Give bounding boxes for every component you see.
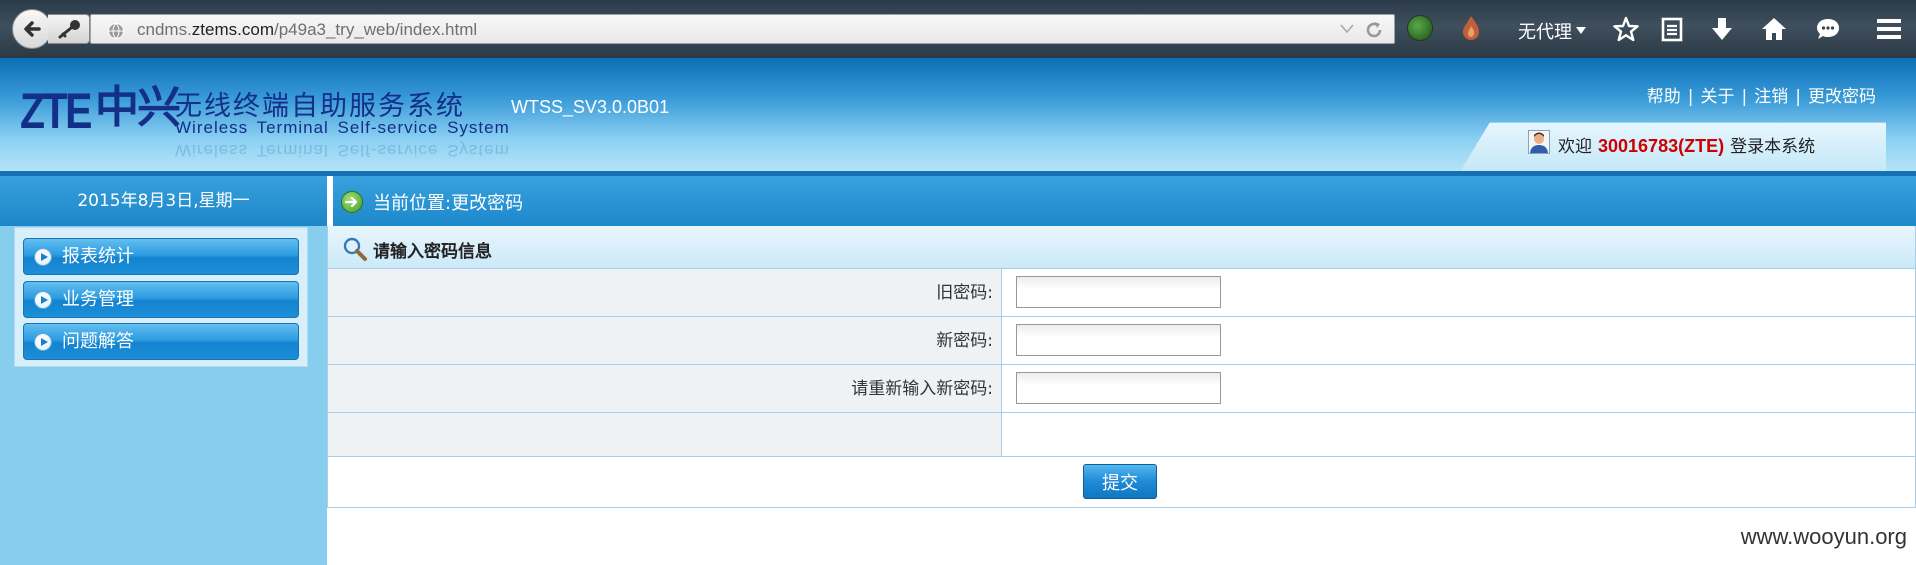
dropdown-arrow-icon[interactable] bbox=[1340, 24, 1354, 34]
user-avatar-icon bbox=[1528, 130, 1550, 154]
url-text: cndms.ztems.com/p49a3_try_web/index.html bbox=[137, 20, 478, 39]
new-password-label: 新密码: bbox=[328, 317, 1002, 364]
extension-flame-icon[interactable] bbox=[1460, 14, 1482, 42]
proxy-label: 无代理 bbox=[1518, 22, 1572, 43]
date-display: 2015年8月3日,星期一 bbox=[0, 176, 327, 226]
clipboard-icon bbox=[1661, 17, 1683, 42]
back-arrow-icon bbox=[24, 21, 41, 37]
extension-shield-icon[interactable] bbox=[1407, 15, 1433, 41]
browser-toolbar: cndms.ztems.com/p49a3_try_web/index.html… bbox=[0, 0, 1916, 58]
system-title-en: Wireless Terminal Self-service System bbox=[175, 118, 510, 137]
link-separator: | bbox=[1741, 87, 1748, 107]
password-form: 请输入密码信息 旧密码: 新密码: 请重新输入新密码: 提交 bbox=[327, 226, 1916, 508]
breadcrumb: 当前位置:更改密码 bbox=[327, 176, 1916, 226]
confirm-password-field[interactable] bbox=[1016, 372, 1221, 404]
change-password-link[interactable]: 更改密码 bbox=[1808, 87, 1876, 107]
chat-bubble-icon bbox=[1817, 19, 1839, 39]
proxy-menu[interactable]: 无代理 bbox=[1518, 18, 1586, 44]
back-button[interactable] bbox=[12, 9, 52, 49]
help-link[interactable]: 帮助 bbox=[1647, 87, 1681, 107]
sidebar-item-reports[interactable]: 报表统计 bbox=[23, 238, 299, 275]
submit-button[interactable]: 提交 bbox=[1083, 464, 1157, 499]
star-icon bbox=[1613, 16, 1639, 42]
form-row-empty bbox=[328, 413, 1915, 457]
hamburger-menu-icon bbox=[1877, 19, 1901, 39]
form-row-new-password: 新密码: bbox=[328, 317, 1915, 365]
arrow-circle-icon bbox=[34, 333, 52, 351]
system-title-reflection: Wireless Terminal Self-service System bbox=[175, 141, 510, 160]
reload-icon[interactable] bbox=[1364, 20, 1384, 40]
sidebar-item-label: 业务管理 bbox=[62, 289, 134, 310]
sidebar-item-label: 问题解答 bbox=[62, 331, 134, 352]
bookmarks-list-button[interactable] bbox=[1657, 14, 1687, 44]
chat-button[interactable] bbox=[1813, 14, 1843, 44]
link-separator: | bbox=[1795, 87, 1801, 107]
arrow-circle-icon bbox=[34, 291, 52, 309]
downloads-button[interactable] bbox=[1707, 14, 1737, 44]
sidebar-item-label: 报表统计 bbox=[62, 246, 134, 267]
logout-link[interactable]: 注销 bbox=[1754, 87, 1788, 107]
welcome-message: 欢迎 30016783(ZTE) 登录本系统 bbox=[1558, 132, 1815, 157]
app-header: ZTE 中兴 无线终端自助服务系统 Wireless Terminal Self… bbox=[0, 58, 1916, 175]
zte-logo: ZTE bbox=[20, 83, 93, 139]
old-password-field[interactable] bbox=[1016, 276, 1221, 308]
arrow-circle-icon bbox=[34, 248, 52, 266]
link-separator: | bbox=[1687, 87, 1694, 107]
breadcrumb-text: 当前位置:更改密码 bbox=[373, 193, 524, 214]
sidebar-item-faq[interactable]: 问题解答 bbox=[23, 323, 299, 360]
arrow-right-icon bbox=[341, 191, 363, 213]
watermark: www.wooyun.org bbox=[1740, 524, 1907, 549]
sidebar-item-business[interactable]: 业务管理 bbox=[23, 281, 299, 318]
welcome-username: 30016783(ZTE) bbox=[1598, 136, 1725, 156]
form-title: 请输入密码信息 bbox=[373, 242, 492, 262]
form-header: 请输入密码信息 bbox=[328, 226, 1915, 269]
identity-button[interactable] bbox=[48, 14, 90, 44]
new-password-field[interactable] bbox=[1016, 324, 1221, 356]
form-row-confirm-password: 请重新输入新密码: bbox=[328, 365, 1915, 413]
home-icon bbox=[1762, 18, 1786, 40]
menu-button[interactable] bbox=[1873, 14, 1905, 44]
about-link[interactable]: 关于 bbox=[1701, 87, 1735, 107]
top-links: 帮助 | 关于 | 注销 | 更改密码 bbox=[1647, 82, 1876, 107]
form-row-old-password: 旧密码: bbox=[328, 269, 1915, 317]
confirm-password-label: 请重新输入新密码: bbox=[328, 365, 1002, 412]
welcome-suffix: 登录本系统 bbox=[1730, 137, 1816, 157]
zte-logo-cn: 中兴 bbox=[95, 82, 181, 133]
bookmark-star-button[interactable] bbox=[1611, 14, 1641, 44]
home-button[interactable] bbox=[1759, 14, 1789, 44]
version-label: WTSS_SV3.0.0B01 bbox=[511, 97, 670, 117]
magnifier-icon bbox=[343, 237, 367, 261]
sidebar: 2015年8月3日,星期一 报表统计 业务管理 问题解答 bbox=[0, 176, 327, 565]
welcome-prefix: 欢迎 bbox=[1558, 137, 1592, 157]
chevron-down-icon bbox=[1576, 27, 1586, 34]
sidebar-menu: 报表统计 业务管理 问题解答 bbox=[14, 227, 308, 367]
key-icon bbox=[58, 20, 80, 39]
main-content: 当前位置:更改密码 请输入密码信息 旧密码: 新密码: 请重新输入新密码: 提交 bbox=[327, 176, 1916, 565]
download-arrow-icon bbox=[1712, 18, 1732, 40]
old-password-label: 旧密码: bbox=[328, 269, 1002, 316]
empty-label-cell bbox=[328, 413, 1002, 456]
url-bar[interactable]: cndms.ztems.com/p49a3_try_web/index.html bbox=[90, 14, 1395, 44]
globe-icon bbox=[108, 23, 124, 39]
